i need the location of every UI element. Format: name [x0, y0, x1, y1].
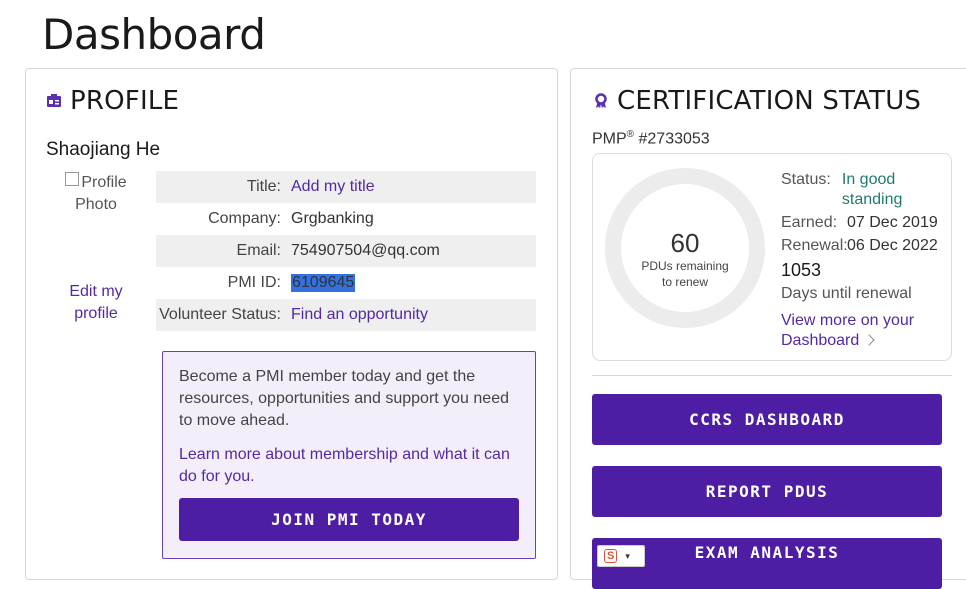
renewal-label: Renewal:: [781, 237, 848, 254]
pdus-remaining-label: PDUs remaining to renew: [641, 259, 729, 289]
join-pmi-button[interactable]: JOIN PMI TODAY: [179, 498, 519, 541]
membership-promo: Become a PMI member today and get the re…: [162, 351, 536, 559]
award-ribbon-icon: [595, 93, 607, 109]
certification-summary-box: 60 PDUs remaining to renew Status: In go…: [592, 153, 952, 361]
info-row-volunteer: Volunteer Status: Find an opportunity: [156, 299, 536, 331]
status-row: Status: In good standing: [781, 170, 951, 210]
info-key: Email:: [236, 242, 281, 259]
status-value: In good standing: [841, 171, 903, 208]
chevron-right-icon: [863, 334, 875, 346]
find-opportunity-link[interactable]: Find an opportunity: [291, 306, 428, 324]
id-card-icon: [47, 94, 61, 107]
report-pdus-button[interactable]: REPORT PDUS: [592, 466, 942, 517]
page-title: Dashboard: [42, 10, 266, 59]
earned-value: 07 Dec 2019: [847, 214, 938, 231]
pmi-id-value[interactable]: 6109645: [291, 274, 356, 292]
promo-text: Become a PMI member today and get the re…: [179, 368, 509, 429]
renewal-row: Renewal: 06 Dec 2022: [781, 236, 951, 256]
info-key: Company:: [208, 210, 281, 227]
registered-mark: ®: [626, 129, 635, 140]
divider: [592, 375, 952, 376]
email-value: 754907504@qq.com: [291, 242, 440, 259]
info-key: PMI ID:: [227, 274, 281, 291]
broken-image-icon: [65, 171, 80, 186]
days-until-renewal-label: Days until renewal: [781, 285, 912, 302]
edit-profile-link[interactable]: Edit my profile: [46, 281, 146, 325]
profile-heading: PROFILE: [46, 86, 179, 116]
certification-number: #2733053: [638, 130, 710, 148]
profile-name: Shaojiang He: [46, 139, 161, 160]
profile-heading-label: PROFILE: [70, 86, 180, 116]
renewal-value: 06 Dec 2022: [847, 237, 938, 254]
info-row-title: Title: Add my title: [156, 171, 536, 203]
company-value: Grgbanking: [291, 210, 374, 227]
info-key: Volunteer Status:: [159, 306, 281, 323]
membership-learn-more-link[interactable]: Learn more about membership and what it …: [179, 444, 524, 488]
ccrs-dashboard-button[interactable]: CCRS DASHBOARD: [592, 394, 942, 445]
profile-info-table: Title: Add my title Company: Grgbanking …: [156, 171, 536, 331]
add-title-link[interactable]: Add my title: [291, 178, 375, 196]
pdus-remaining-number: 60: [670, 228, 700, 258]
info-row-pmi-id: PMI ID: 6109645: [156, 267, 536, 299]
certification-heading: CERTIFICATION STATUS: [593, 86, 921, 116]
certification-name: PMP: [592, 130, 627, 148]
extension-s-icon: S: [604, 549, 618, 563]
earned-label: Earned:: [781, 214, 838, 231]
profile-photo-alt: Profile Photo: [75, 174, 127, 213]
certification-card: CERTIFICATION STATUS PMP® #2733053 60 PD…: [570, 68, 966, 589]
earned-row: Earned: 07 Dec 2019: [781, 213, 951, 233]
certification-id-line: PMP® #2733053: [592, 129, 710, 148]
certification-heading-label: CERTIFICATION STATUS: [617, 86, 922, 116]
status-label: Status:: [781, 171, 831, 188]
view-more-dashboard-link[interactable]: View more on your Dashboard: [781, 311, 951, 351]
info-row-email: Email: 754907504@qq.com: [156, 235, 536, 267]
browser-extension-badge[interactable]: S ▾: [597, 545, 645, 567]
info-key: Title:: [246, 178, 281, 195]
certification-status-details: Status: In good standing Earned: 07 Dec …: [781, 170, 951, 351]
days-until-renewal-number: 1053: [781, 260, 822, 280]
view-more-label: View more on your Dashboard: [781, 312, 915, 349]
dropdown-arrow-icon: ▾: [625, 550, 630, 561]
profile-photo: Profile Photo: [46, 171, 146, 216]
pdu-progress-ring: 60 PDUs remaining to renew: [605, 168, 765, 328]
info-row-company: Company: Grgbanking: [156, 203, 536, 235]
profile-card: PROFILE Shaojiang He Profile Photo Edit …: [25, 68, 558, 580]
